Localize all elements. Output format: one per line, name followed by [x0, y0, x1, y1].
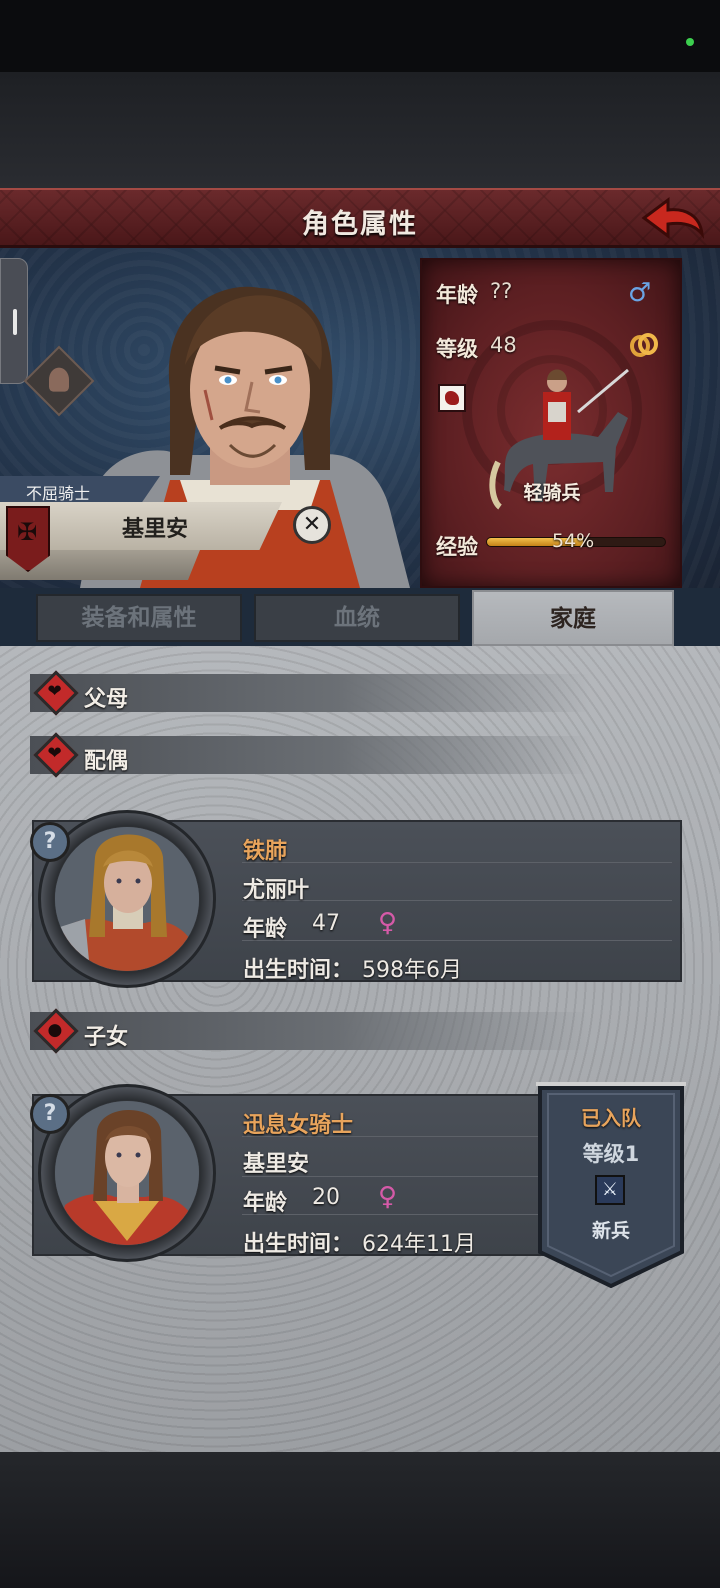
tab-bloodline[interactable]: 血统 [254, 594, 460, 642]
tab-family[interactable]: 家庭 [472, 590, 674, 646]
exp-label: 经验 [436, 535, 478, 559]
age-value: ?? [490, 279, 513, 303]
section-title-parents: 父母 [84, 687, 129, 712]
top-background [0, 72, 720, 190]
app-root: 角色属性 不屈骑士 基里安 ✕ [0, 0, 720, 1588]
character-title: 不屈骑士 [26, 484, 91, 503]
unit-name: 轻骑兵 [523, 482, 581, 504]
spouse-name: 尤丽叶 [243, 878, 310, 903]
side-drawer-handle[interactable] [0, 258, 28, 384]
card-divider [242, 862, 672, 863]
card-divider [242, 940, 672, 941]
back-arrow-icon[interactable] [640, 194, 706, 242]
recruited-rank: 新兵 [591, 1220, 630, 1242]
child-name: 基里安 [243, 1152, 310, 1177]
spouse-birth-value: 598年6月 [362, 952, 462, 984]
recruited-status: 已入队 [581, 1106, 641, 1130]
spouse-avatar-image [55, 827, 199, 971]
spouse-age-number: 47 [312, 911, 340, 936]
page-title: 角色属性 [302, 209, 418, 240]
exp-percent: 54% [552, 530, 595, 552]
sword-icon: ⚔ [595, 1175, 625, 1205]
spouse-portrait [55, 827, 199, 971]
child-portrait [55, 1101, 199, 1245]
child-birth-value: 624年11月 [362, 1226, 476, 1258]
spouse-birth-date: 598年6月 [362, 958, 462, 983]
character-name: 基里安 [122, 517, 189, 542]
age-label: 年龄 [436, 283, 478, 307]
male-icon: ♂ [628, 278, 652, 308]
child-birth-label: 出生时间： [243, 1232, 354, 1257]
question-icon[interactable]: ? [30, 1094, 70, 1134]
child-birth-date: 624年11月 [362, 1232, 476, 1257]
unit-type-icon[interactable] [438, 384, 466, 412]
recruited-level: 等级1 [582, 1142, 640, 1166]
camera-indicator [686, 38, 694, 46]
female-icon: ♀ [378, 1182, 398, 1212]
child-title: 迅息女骑士 [243, 1113, 354, 1138]
header-bar: 角色属性 [0, 188, 720, 248]
bottom-background [0, 1452, 720, 1588]
spouse-age-value: 47 [312, 911, 340, 936]
child-age-label: 年龄 [243, 1191, 288, 1216]
section-title-children: 子女 [84, 1025, 129, 1050]
female-icon: ♀ [378, 908, 398, 938]
child-age-number: 20 [312, 1185, 340, 1210]
question-icon[interactable]: ? [30, 822, 70, 862]
character-title-ribbon: 不屈骑士 [0, 476, 160, 504]
spouse-title: 铁肺 [243, 839, 288, 864]
spouse-age-label: 年龄 [243, 917, 288, 942]
tab-equipment[interactable]: 装备和属性 [36, 594, 242, 642]
section-title-spouse: 配偶 [84, 749, 129, 774]
child-avatar-image [55, 1101, 199, 1245]
drawer-handle-bar [13, 309, 17, 335]
child-age-value: 20 [312, 1185, 340, 1210]
level-label: 等级 [436, 337, 478, 361]
spouse-birth-label: 出生时间： [243, 958, 354, 983]
close-icon[interactable]: ✕ [293, 506, 331, 544]
